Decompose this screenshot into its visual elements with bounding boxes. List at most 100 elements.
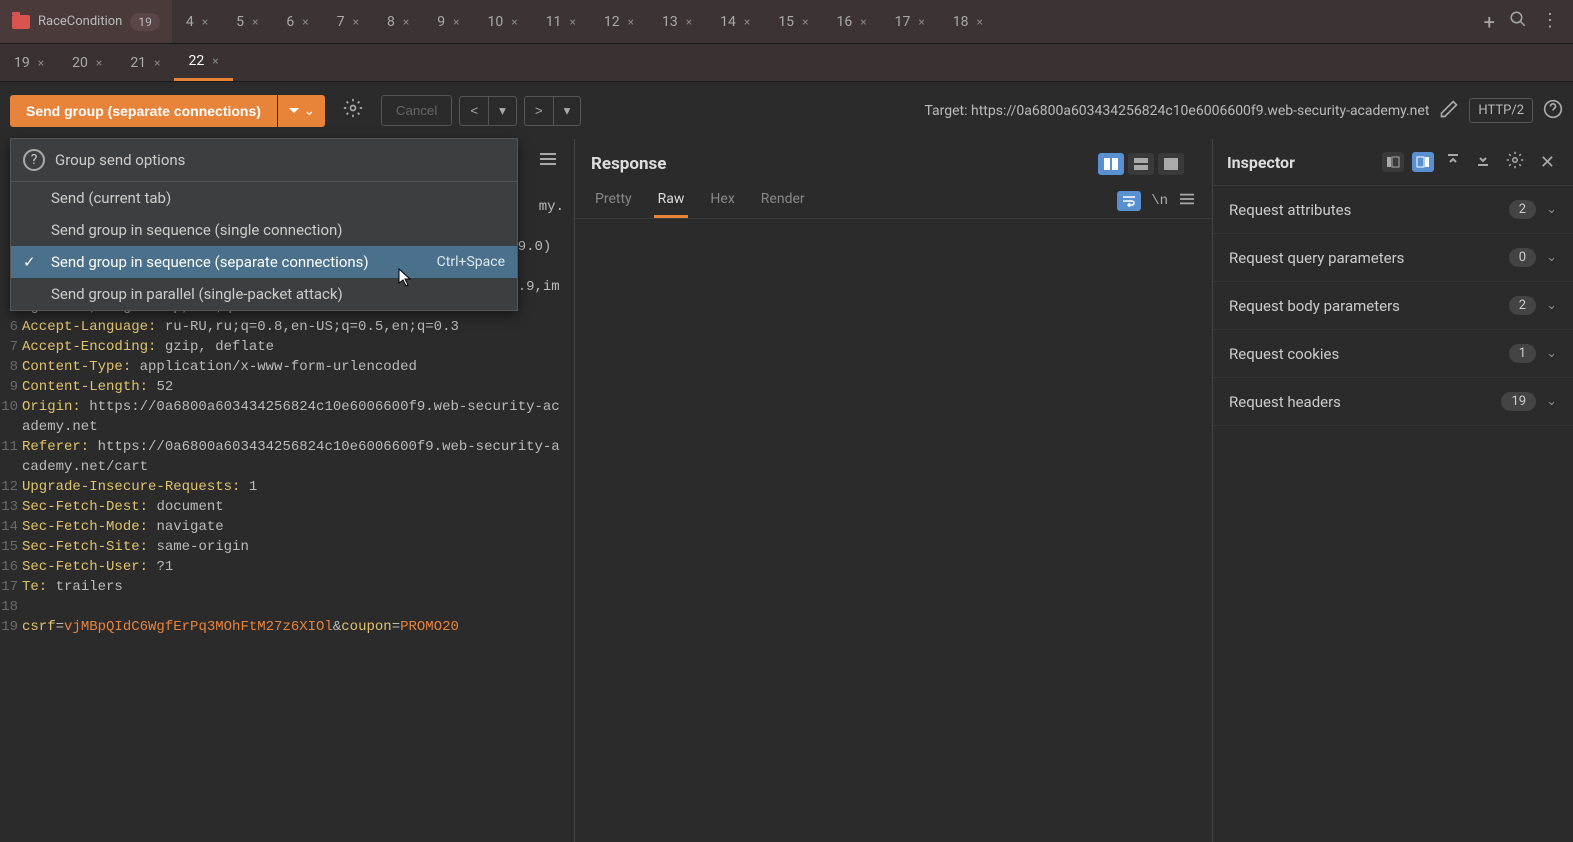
close-icon[interactable]: × bbox=[628, 15, 634, 29]
chevron-down-icon: ⌄ bbox=[1546, 202, 1557, 217]
tab-13[interactable]: 13× bbox=[648, 0, 706, 43]
layout-vertical-icon[interactable] bbox=[1128, 153, 1154, 175]
inspector-layout-left-icon[interactable] bbox=[1382, 152, 1404, 172]
tab-4[interactable]: 4× bbox=[172, 0, 222, 43]
subtab-21[interactable]: 21× bbox=[116, 44, 174, 81]
group-count-badge: 19 bbox=[130, 13, 160, 31]
target-label: Target: https://0a6800a603434256824c10e6… bbox=[924, 103, 1429, 119]
chevron-down-icon: ⌄ bbox=[1546, 346, 1557, 361]
close-icon[interactable]: × bbox=[353, 15, 359, 29]
tab-6[interactable]: 6× bbox=[272, 0, 322, 43]
send-dropdown-toggle[interactable]: ⌄ bbox=[278, 95, 325, 127]
request-menu-icon[interactable] bbox=[538, 151, 558, 171]
tab-8[interactable]: 8× bbox=[373, 0, 423, 43]
tab-10[interactable]: 10× bbox=[474, 0, 532, 43]
layout-single-icon[interactable] bbox=[1158, 153, 1184, 175]
tab-9[interactable]: 9× bbox=[423, 0, 473, 43]
dropdown-item[interactable]: Send group in sequence (single connectio… bbox=[11, 214, 517, 246]
response-panel: Response Pretty Raw Hex Render \n bbox=[575, 139, 1213, 842]
close-icon[interactable]: × bbox=[744, 15, 750, 29]
nav-next-drop[interactable]: ▾ bbox=[553, 96, 582, 126]
close-icon[interactable]: × bbox=[403, 15, 409, 29]
response-tab-hex[interactable]: Hex bbox=[706, 183, 738, 218]
search-tabs-icon[interactable] bbox=[1509, 10, 1527, 34]
count-badge: 1 bbox=[1509, 344, 1536, 363]
inspector-layout-right-icon[interactable] bbox=[1412, 152, 1434, 172]
close-icon[interactable]: × bbox=[154, 56, 160, 70]
close-icon[interactable]: × bbox=[38, 56, 44, 70]
dropdown-item[interactable]: Send (current tab) bbox=[11, 182, 517, 214]
close-icon[interactable]: × bbox=[453, 15, 459, 29]
layout-horizontal-icon[interactable] bbox=[1098, 153, 1124, 175]
inspector-row-request-body-parameters[interactable]: Request body parameters2⌄ bbox=[1213, 282, 1573, 330]
count-badge: 2 bbox=[1509, 200, 1536, 219]
group-name: RaceCondition bbox=[38, 14, 122, 29]
close-icon[interactable]: × bbox=[511, 15, 517, 29]
tab-18[interactable]: 18× bbox=[939, 0, 997, 43]
close-icon[interactable]: × bbox=[802, 15, 808, 29]
tab-15[interactable]: 15× bbox=[764, 0, 822, 43]
tab-17[interactable]: 17× bbox=[881, 0, 939, 43]
close-icon[interactable]: × bbox=[686, 15, 692, 29]
top-tab-bar: RaceCondition 19 4×5×6×7×8×9×10×11×12×13… bbox=[0, 0, 1573, 44]
close-icon[interactable]: × bbox=[569, 15, 575, 29]
response-tab-render[interactable]: Render bbox=[757, 183, 809, 218]
inspector-row-request-query-parameters[interactable]: Request query parameters0⌄ bbox=[1213, 234, 1573, 282]
nav-next-button[interactable]: > bbox=[524, 96, 554, 126]
subtab-19[interactable]: 19× bbox=[0, 44, 58, 81]
inspector-close-icon[interactable]: ✕ bbox=[1536, 152, 1559, 173]
inspector-row-request-attributes[interactable]: Request attributes2⌄ bbox=[1213, 186, 1573, 234]
inspector-title: Inspector bbox=[1227, 153, 1374, 172]
nav-prev-button[interactable]: < bbox=[459, 96, 489, 126]
chevron-down-icon: ⌄ bbox=[1546, 298, 1557, 313]
folder-icon bbox=[12, 15, 30, 29]
chevron-down-icon: ⌄ bbox=[1546, 250, 1557, 265]
close-icon[interactable]: × bbox=[212, 54, 218, 68]
tab-7[interactable]: 7× bbox=[323, 0, 373, 43]
subtab-20[interactable]: 20× bbox=[58, 44, 116, 81]
subtab-22[interactable]: 22× bbox=[174, 44, 232, 81]
dropdown-title: Group send options bbox=[55, 151, 185, 169]
tab-16[interactable]: 16× bbox=[822, 0, 880, 43]
newline-icon[interactable]: \n bbox=[1151, 193, 1168, 209]
inspector-settings-icon[interactable] bbox=[1502, 151, 1528, 173]
count-badge: 0 bbox=[1509, 248, 1536, 267]
send-options-dropdown: ? Group send options Send (current tab)S… bbox=[10, 138, 518, 311]
http-version-selector[interactable]: HTTP/2 bbox=[1469, 98, 1533, 123]
count-badge: 2 bbox=[1509, 296, 1536, 315]
close-icon[interactable]: × bbox=[252, 15, 258, 29]
help-circle-icon[interactable]: ? bbox=[23, 149, 45, 171]
nav-prev-drop[interactable]: ▾ bbox=[488, 96, 517, 126]
inspector-row-request-headers[interactable]: Request headers19⌄ bbox=[1213, 378, 1573, 426]
tab-12[interactable]: 12× bbox=[590, 0, 648, 43]
response-tab-raw[interactable]: Raw bbox=[654, 183, 689, 218]
send-button[interactable]: Send group (separate connections) bbox=[10, 95, 277, 127]
close-icon[interactable]: × bbox=[860, 15, 866, 29]
dropdown-item[interactable]: Send group in sequence (separate connect… bbox=[11, 246, 517, 278]
help-icon[interactable] bbox=[1543, 99, 1563, 123]
dropdown-item[interactable]: Send group in parallel (single-packet at… bbox=[11, 278, 517, 310]
tab-5[interactable]: 5× bbox=[222, 0, 272, 43]
settings-gear-icon[interactable] bbox=[333, 92, 373, 129]
response-editor[interactable] bbox=[575, 219, 1212, 842]
tab-group-header[interactable]: RaceCondition 19 bbox=[0, 0, 172, 43]
edit-target-icon[interactable] bbox=[1439, 99, 1459, 123]
more-tabs-icon[interactable]: ⋮ bbox=[1541, 10, 1559, 34]
collapse-down-icon[interactable] bbox=[1472, 153, 1494, 171]
response-title: Response bbox=[591, 154, 666, 174]
expand-up-icon[interactable] bbox=[1442, 153, 1464, 171]
cancel-button[interactable]: Cancel bbox=[381, 95, 453, 126]
response-menu-icon[interactable] bbox=[1178, 192, 1196, 210]
inspector-row-request-cookies[interactable]: Request cookies1⌄ bbox=[1213, 330, 1573, 378]
tab-14[interactable]: 14× bbox=[706, 0, 764, 43]
add-tab-icon[interactable]: + bbox=[1484, 10, 1495, 34]
close-icon[interactable]: × bbox=[202, 15, 208, 29]
wrap-text-icon[interactable] bbox=[1117, 191, 1141, 211]
action-toolbar: Send group (separate connections) ⌄ Canc… bbox=[0, 82, 1573, 139]
tab-11[interactable]: 11× bbox=[532, 0, 590, 43]
response-tab-pretty[interactable]: Pretty bbox=[591, 183, 636, 218]
close-icon[interactable]: × bbox=[977, 15, 983, 29]
close-icon[interactable]: × bbox=[918, 15, 924, 29]
close-icon[interactable]: × bbox=[96, 56, 102, 70]
close-icon[interactable]: × bbox=[302, 15, 308, 29]
